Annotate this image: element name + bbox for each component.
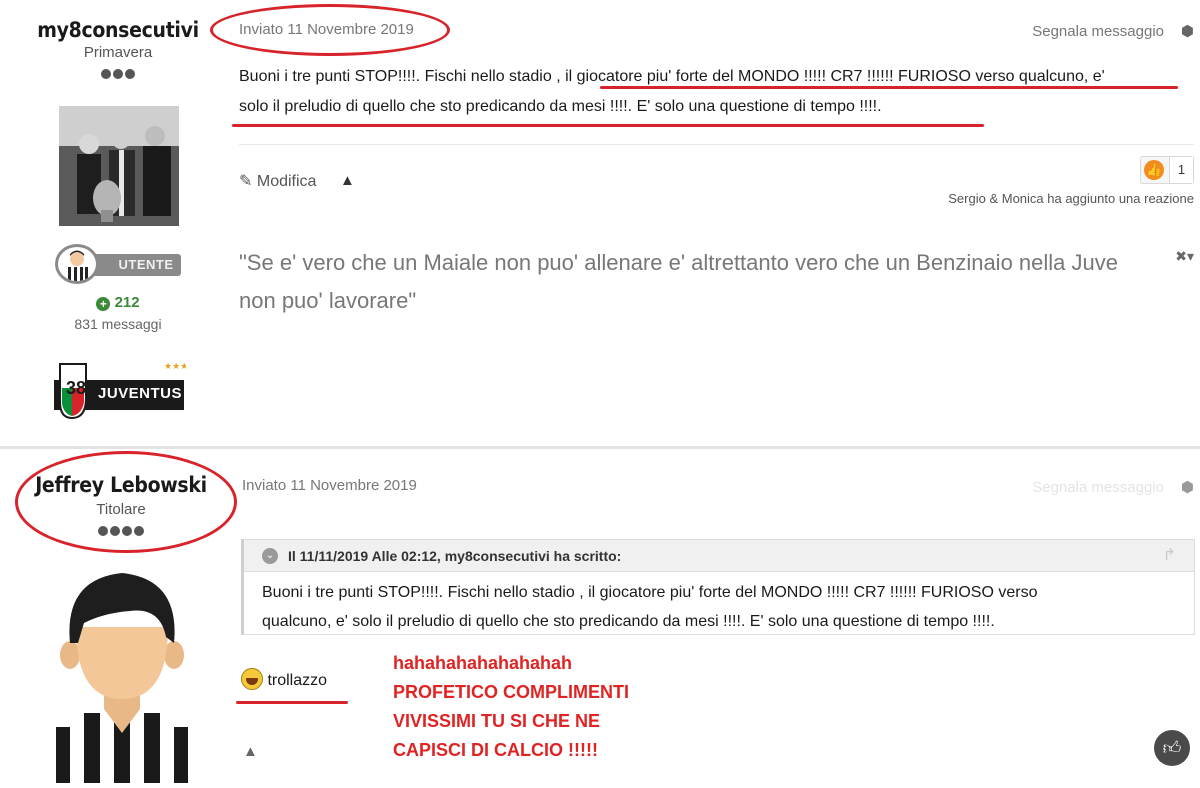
annotation-underline [232, 124, 984, 127]
post-1: my8consecutivi Primavera UTENTE + 212 83… [0, 0, 1200, 446]
scroll-up-icon[interactable]: ▲ [243, 743, 258, 760]
club-logo-text: JUVENTUS [98, 385, 183, 402]
signature-menu-icon[interactable]: ✖▾ [1175, 248, 1194, 265]
thumbs-up-icon: 👍 [1144, 160, 1164, 180]
author-name[interactable]: Jeffrey Lebowski [0, 473, 242, 497]
quote-author: Il 11/11/2019 Alle 02:12, my8consecutivi… [288, 548, 622, 564]
plus-circle-icon: + [96, 297, 111, 311]
reputation: + 212 [0, 294, 236, 311]
quote-body: Buoni i tre punti STOP!!!!. Fischi nello… [244, 572, 1194, 634]
quote-line: Buoni i tre punti STOP!!!!. Fischi nello… [262, 584, 1038, 601]
post-date[interactable]: Inviato 11 Novembre 2019 [239, 21, 414, 38]
share-icon[interactable]: ⬢ [1181, 478, 1194, 496]
avatar[interactable] [59, 106, 179, 226]
reputation-count: 212 [114, 294, 140, 311]
laughing-emoji-icon [241, 668, 263, 690]
signature-line: non puo' lavorare" [239, 288, 417, 313]
annotation-underline [236, 701, 348, 704]
divider [239, 144, 1194, 145]
post-body-line: solo il preludio di quello che sto predi… [239, 98, 882, 115]
svg-text:★★★: ★★★ [164, 362, 186, 372]
author-rank: Titolare [96, 501, 146, 518]
reply-text: trollazzo [241, 668, 327, 690]
edit-icon: ✎ [239, 173, 253, 190]
post-body: Buoni i tre punti STOP!!!!. Fischi nello… [239, 62, 1194, 122]
report-link[interactable]: Segnala messaggio [1032, 23, 1164, 40]
collapse-icon[interactable]: ⌄ [262, 548, 278, 564]
club-logo-number: 38 [66, 378, 87, 398]
thumbs-up-icon: 👍︎ [1162, 738, 1182, 758]
annotation-text: hahahahahahahahah PROFETICO COMPLIMENTI … [393, 649, 629, 765]
message-count: 831 messaggi [74, 316, 162, 332]
badge-label: UTENTE [118, 257, 174, 272]
quote-header[interactable]: ⌄ Il 11/11/2019 Alle 02:12, my8consecuti… [244, 540, 1194, 572]
annotation-underline [600, 86, 1178, 89]
reply-label: trollazzo [267, 672, 328, 689]
author-name[interactable]: my8consecutivi [0, 18, 236, 42]
reaction-count: 1 [1169, 157, 1193, 183]
like-button[interactable]: 👍︎ [1154, 730, 1190, 766]
rank-pips [0, 523, 242, 536]
club-logo: ★★★ 38 JUVENTUS [54, 358, 188, 422]
annotation-line: CAPISCI DI CALCIO !!!!! [393, 740, 598, 760]
edit-label: Modifica [256, 173, 317, 190]
rank-pips [0, 66, 236, 79]
author-rank: Primavera [83, 44, 153, 61]
quote-line: qualcuno, e' solo il preludio di quello … [262, 613, 995, 630]
avatar[interactable] [34, 567, 210, 783]
quote-block: ⌄ Il 11/11/2019 Alle 02:12, my8consecuti… [241, 539, 1195, 635]
user-badge: UTENTE [55, 244, 183, 284]
annotation-line: hahahahahahahahah [393, 653, 573, 673]
reaction-note[interactable]: Sergio & Monica ha aggiunto una reazione [948, 191, 1194, 206]
signature-line: "Se e' vero che un Maiale non puo' allen… [239, 250, 1118, 275]
annotation-line: VIVISSIMI TU SI CHE NE [393, 711, 601, 731]
scroll-up-icon[interactable]: ▲ [340, 172, 355, 189]
edit-button[interactable]: ✎ Modifica [239, 171, 316, 191]
post-2: Jeffrey Lebowski Titolare Inviato 11 Nov… [0, 446, 1200, 783]
reaction-button[interactable]: 👍 1 [1140, 156, 1194, 184]
post-date[interactable]: Inviato 11 Novembre 2019 [242, 477, 417, 494]
signature: "Se e' vero che un Maiale non puo' allen… [239, 244, 1169, 320]
report-link[interactable]: Segnala messaggio [1032, 479, 1164, 496]
badge-avatar-icon [55, 244, 99, 284]
annotation-line: PROFETICO COMPLIMENTI [393, 682, 629, 702]
share-icon[interactable]: ⬢ [1181, 22, 1194, 40]
quote-link-icon[interactable]: ↱ [1163, 545, 1176, 565]
